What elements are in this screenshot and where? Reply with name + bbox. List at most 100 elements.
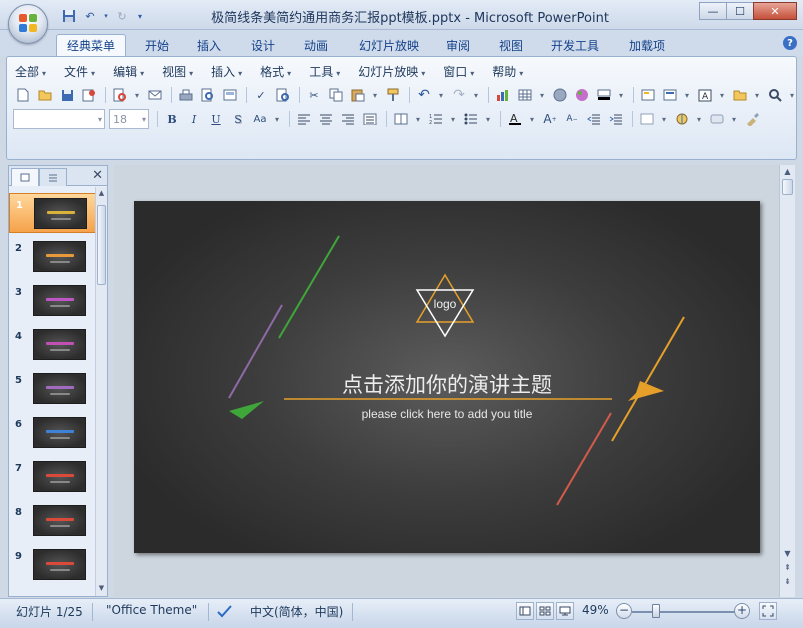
bullets-icon[interactable] — [461, 110, 481, 128]
menu-edit[interactable]: 编辑 ▾ — [113, 63, 144, 81]
research-icon[interactable] — [273, 86, 293, 104]
slide-title[interactable]: 点击添加你的演讲主题 — [284, 369, 610, 399]
tab-outline[interactable] — [39, 168, 67, 186]
decrease-indent-icon[interactable] — [584, 110, 604, 128]
menu-view[interactable]: 视图 ▾ — [162, 63, 193, 81]
minimize-button[interactable]: — — [699, 2, 727, 20]
tab-animation[interactable]: 动画 — [294, 34, 338, 56]
bullets-dropdown-icon[interactable]: ▾ — [483, 110, 493, 128]
fit-to-window-icon[interactable] — [759, 602, 777, 620]
menu-format[interactable]: 格式 ▾ — [260, 63, 291, 81]
scroll-up-icon[interactable]: ▲ — [97, 189, 106, 199]
menu-file[interactable]: 文件 ▾ — [64, 63, 95, 81]
menu-window[interactable]: 窗口 ▾ — [443, 63, 474, 81]
paste-dropdown-icon[interactable]: ▾ — [370, 86, 380, 104]
case-dropdown-icon[interactable]: ▾ — [272, 110, 282, 128]
close-button[interactable]: ✕ — [753, 2, 797, 20]
menu-all[interactable]: 全部 ▾ — [15, 63, 46, 81]
panel-close-icon[interactable]: ✕ — [92, 168, 103, 183]
menu-insert[interactable]: 插入 ▾ — [211, 63, 242, 81]
fill-dropdown-icon[interactable]: ▾ — [616, 86, 626, 104]
transition-icon[interactable] — [707, 110, 727, 128]
textbox-icon[interactable]: A — [695, 86, 715, 104]
fill-color-icon[interactable] — [594, 86, 614, 104]
tab-slides[interactable] — [11, 168, 39, 186]
layout-dropdown-icon[interactable]: ▾ — [682, 86, 692, 104]
slide-subtitle[interactable]: please click here to add you title — [284, 407, 610, 421]
new-file-icon[interactable] — [13, 86, 33, 104]
undo-dropdown-icon[interactable]: ▾ — [436, 86, 446, 104]
slide-canvas[interactable]: logo 点击添加你的演讲主题 please click here to add… — [134, 201, 760, 553]
scroll-thumb[interactable] — [97, 205, 106, 285]
proofing-icon[interactable] — [216, 603, 234, 622]
open-folder-icon[interactable] — [35, 86, 55, 104]
zoom-level[interactable]: 49% — [582, 603, 609, 617]
tab-addins[interactable]: 加载项 — [620, 34, 674, 56]
align-left-icon[interactable] — [294, 110, 314, 128]
align-center-icon[interactable] — [316, 110, 336, 128]
maximize-button[interactable]: ☐ — [726, 2, 754, 20]
find-icon[interactable] — [765, 86, 785, 104]
folder-dropdown-icon[interactable]: ▾ — [752, 86, 762, 104]
slide-thumbnail[interactable]: 5 — [9, 369, 97, 409]
email-icon[interactable] — [145, 86, 165, 104]
spelling-icon[interactable]: ✓ — [251, 86, 271, 104]
slide-thumbnail[interactable]: 7 — [9, 457, 97, 497]
columns-dropdown-icon[interactable]: ▾ — [413, 110, 423, 128]
zoom-slider-thumb[interactable] — [652, 604, 660, 618]
redo-icon[interactable]: ↷ — [449, 86, 469, 104]
textbox-dropdown-icon[interactable]: ▾ — [717, 86, 727, 104]
columns-icon[interactable] — [391, 110, 411, 128]
align-right-icon[interactable] — [338, 110, 358, 128]
animation-dropdown-icon[interactable]: ▾ — [694, 110, 704, 128]
brush-icon[interactable] — [742, 110, 762, 128]
preview-icon[interactable] — [198, 86, 218, 104]
undo-dropdown-icon[interactable]: ▾ — [102, 7, 110, 25]
scroll-down-icon[interactable]: ▼ — [97, 584, 106, 594]
italic-icon[interactable]: I — [184, 110, 204, 128]
slideshow-view-icon[interactable] — [556, 602, 574, 620]
menu-tools[interactable]: 工具 ▾ — [309, 63, 340, 81]
chart-icon[interactable] — [493, 86, 513, 104]
menu-help[interactable]: 帮助 ▾ — [492, 63, 523, 81]
scroll-down-icon[interactable]: ▼ — [782, 549, 793, 558]
cut-icon[interactable]: ✂ — [304, 86, 324, 104]
print-preview-icon[interactable] — [110, 86, 130, 104]
numbering-dropdown-icon[interactable]: ▾ — [448, 110, 458, 128]
slide-thumbnail[interactable]: 1 — [9, 193, 97, 233]
tab-developer[interactable]: 开发工具 — [542, 34, 608, 56]
tab-slideshow[interactable]: 幻灯片放映 — [348, 34, 430, 56]
layout-icon[interactable] — [220, 86, 240, 104]
numbering-icon[interactable]: 12 — [426, 110, 446, 128]
customize-qat-icon[interactable]: ▾ — [134, 7, 146, 25]
zoom-slider-track[interactable] — [632, 611, 736, 613]
dropdown-icon[interactable]: ▾ — [132, 86, 142, 104]
slide-thumbnail[interactable]: 8 — [9, 501, 97, 541]
slide-sorter-view-icon[interactable] — [536, 602, 554, 620]
slide-thumbnail[interactable]: 6 — [9, 413, 97, 453]
format-painter-icon[interactable] — [383, 86, 403, 104]
normal-view-icon[interactable] — [516, 602, 534, 620]
new-slide-icon[interactable] — [638, 86, 658, 104]
redo-dropdown-icon[interactable]: ▾ — [471, 86, 481, 104]
tab-insert[interactable]: 插入 — [188, 34, 230, 56]
scroll-thumb[interactable] — [782, 179, 793, 195]
tab-view[interactable]: 视图 — [490, 34, 532, 56]
font-name-input[interactable]: ▾ — [13, 109, 105, 129]
copy-icon[interactable] — [326, 86, 346, 104]
underline-icon[interactable]: U — [206, 110, 226, 128]
slide-thumbnail[interactable]: 9 — [9, 545, 97, 585]
tab-classic-menu[interactable]: 经典菜单 — [56, 34, 126, 56]
paste-icon[interactable] — [348, 86, 368, 104]
change-case-icon[interactable]: Aa — [250, 110, 270, 128]
folder-icon[interactable] — [730, 86, 750, 104]
print-icon[interactable] — [176, 86, 196, 104]
prev-slide-icon[interactable]: ⇞ — [782, 563, 793, 572]
slide-thumbnail[interactable]: 3 — [9, 281, 97, 321]
office-button[interactable] — [8, 4, 48, 44]
undo-icon[interactable]: ↶ — [81, 7, 99, 25]
table-dropdown-icon[interactable]: ▾ — [537, 86, 547, 104]
increase-indent-icon[interactable] — [606, 110, 626, 128]
design-dropdown-icon[interactable]: ▾ — [659, 110, 669, 128]
grow-font-icon[interactable]: A + — [540, 110, 560, 128]
